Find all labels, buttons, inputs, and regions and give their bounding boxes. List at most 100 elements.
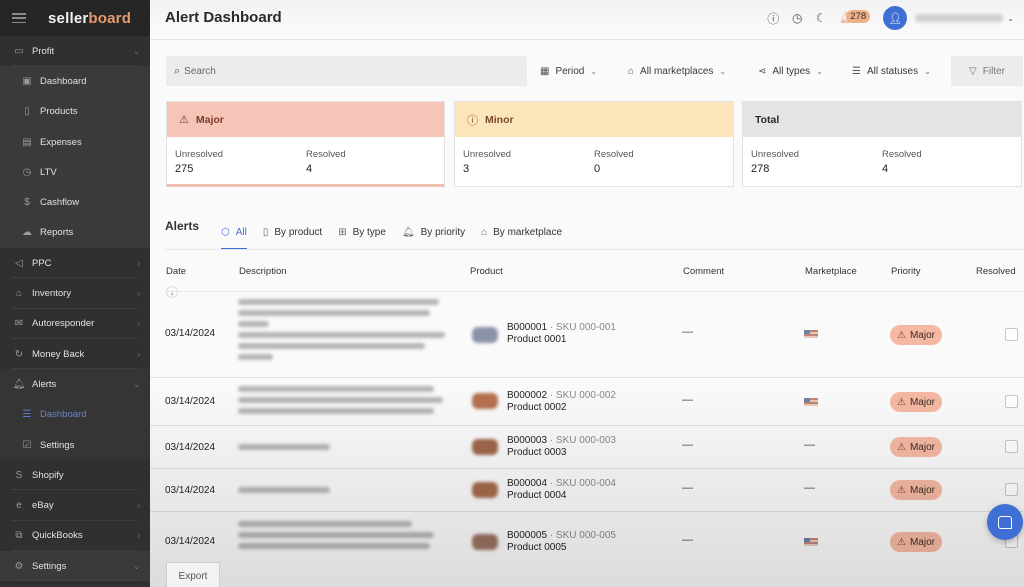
types-dropdown[interactable]: ⋖ All types ⌄ — [758, 56, 823, 86]
tab-by-marketplace[interactable]: ⌂ By marketplace — [481, 214, 562, 250]
marketplaces-dropdown[interactable]: ⌂ All marketplaces ⌄ — [628, 56, 726, 86]
shopify-icon: S — [15, 469, 23, 481]
sidebar-item-ltv[interactable]: ◷ LTV — [0, 157, 150, 187]
chat-icon — [998, 515, 1012, 529]
sidebar-item-dashboard[interactable]: ▣ Dashboard — [0, 66, 150, 96]
table-row[interactable]: 03/14/2024 B000004 · SKU 000-004 Product … — [150, 469, 1024, 512]
statuses-dropdown[interactable]: ☰ All statuses ⌄ — [852, 56, 931, 86]
minor-unresolved: Unresolved 3 — [463, 149, 512, 175]
clock-icon[interactable]: ◷ — [785, 6, 809, 30]
tab-by-type[interactable]: ⊞ By type — [338, 214, 386, 250]
priority-badge: ⚠ Major — [890, 480, 942, 500]
tab-by-priority[interactable]: 🔔︎ By priority — [402, 214, 465, 250]
row-product[interactable]: B000001 · SKU 000-001 Product 0001 — [507, 322, 616, 346]
product-thumbnail — [472, 327, 498, 343]
resolved-checkbox[interactable] — [1005, 440, 1018, 453]
chat-support-button[interactable] — [987, 504, 1023, 540]
chevron-right-icon: › — [137, 319, 140, 329]
chevron-right-icon: › — [137, 289, 140, 299]
row-date: 03/14/2024 — [165, 536, 216, 547]
ebay-icon: e — [16, 500, 22, 512]
tab-by-product[interactable]: ▯ By product — [263, 214, 322, 250]
sidebar-item-money-back[interactable]: ↻ Money Back › — [0, 338, 150, 370]
filter-lines-icon: ☰ — [22, 409, 32, 421]
filter-button[interactable]: ▽ Filter — [951, 56, 1023, 86]
chevron-down-icon: ⌄ — [816, 66, 823, 76]
sidebar-item-inventory[interactable]: ⌂ Inventory › — [0, 278, 150, 309]
home-icon: ⌂ — [628, 65, 635, 77]
sidebar-item-expenses[interactable]: ▤ Expenses — [0, 127, 150, 157]
export-button[interactable]: Export — [166, 562, 220, 587]
sidebar-item-products[interactable]: ▯ Products — [0, 97, 150, 127]
logo[interactable]: sellerboard — [48, 10, 131, 27]
warning-icon: ⚠ — [897, 484, 906, 496]
product-thumbnail — [472, 439, 498, 455]
column-priority: Priority — [891, 266, 921, 277]
table-row[interactable]: 03/14/2024 B000003 · SKU 000-003 Product … — [150, 426, 1024, 469]
row-product[interactable]: B000003 · SKU 000-003 Product 0003 — [507, 435, 616, 459]
major-resolved: Resolved 4 — [306, 149, 346, 175]
alert-circle-icon: ⓘ — [467, 114, 478, 127]
chevron-right-icon: › — [137, 531, 140, 541]
resolved-checkbox[interactable] — [1005, 328, 1018, 341]
card-icon: ▤ — [22, 136, 32, 148]
sidebar-item-ebay[interactable]: e eBay › — [0, 490, 150, 522]
row-date: 03/14/2024 — [165, 396, 216, 407]
user-email-blurred[interactable] — [915, 14, 1004, 22]
alerts-section-title: Alerts — [165, 219, 200, 233]
us-flag-icon — [804, 538, 818, 546]
sidebar-item-reports[interactable]: ☁ Reports — [0, 218, 150, 248]
top-header: Alert Dashboard ⓘ ◷ ☾ 🔔︎ 278 👤︎ ⌄ — [150, 0, 1024, 40]
row-product[interactable]: B000004 · SKU 000-004 Product 0004 — [507, 478, 616, 502]
tab-all[interactable]: ⬡ All — [221, 214, 247, 250]
warning-icon: ⚠ — [179, 114, 189, 126]
major-summary-card[interactable]: ⚠ Major Unresolved 275 Resolved 4 — [166, 101, 445, 187]
column-product: Product — [470, 266, 503, 277]
chevron-down-icon[interactable]: ⌄ — [1007, 14, 1014, 23]
resolved-checkbox[interactable] — [1005, 395, 1018, 408]
row-date: 03/14/2024 — [165, 442, 216, 453]
tabs-divider — [165, 249, 1024, 250]
sidebar-header: sellerboard — [0, 0, 150, 36]
share-icon: ⋖ — [758, 65, 767, 77]
layout-icon: ▣ — [22, 75, 32, 87]
notifications-button[interactable]: 🔔︎ 278 — [839, 6, 875, 30]
home-icon: ⌂ — [481, 226, 488, 238]
warning-icon: ⚠ — [897, 536, 906, 548]
search-input[interactable]: ⌕ Search — [166, 56, 527, 86]
chevron-down-icon: ⌄ — [590, 66, 598, 76]
sidebar-item-alerts[interactable]: 🔔︎ Alerts ⌄ — [0, 369, 150, 400]
refresh-icon: ↻ — [14, 348, 24, 360]
column-date[interactable]: Date — [166, 266, 186, 277]
sidebar-item-profit[interactable]: ▭ Profit ⌄ — [0, 36, 150, 67]
notification-badge: 278 — [846, 10, 871, 23]
table-row[interactable]: 03/14/2024 B000005 · SKU 000-005 Product … — [150, 512, 1024, 562]
row-comment: — — [682, 482, 693, 494]
sidebar-item-alerts-dashboard[interactable]: ☰ Dashboard — [0, 400, 150, 430]
resolved-checkbox[interactable] — [1005, 483, 1018, 496]
sidebar-item-cashflow[interactable]: $ Cashflow — [0, 187, 150, 217]
row-product[interactable]: B000002 · SKU 000-002 Product 0002 — [507, 390, 616, 414]
row-product[interactable]: B000005 · SKU 000-005 Product 0005 — [507, 530, 616, 554]
table-row[interactable]: 03/14/2024 B000002 · SKU 000-002 Product … — [150, 378, 1024, 426]
table-row[interactable]: 03/14/2024 B000001 · SKU 000-001 Product … — [150, 292, 1024, 378]
total-summary-card[interactable]: Total Unresolved 278 Resolved 4 — [742, 101, 1022, 187]
clock-icon: ◷ — [22, 166, 32, 178]
sidebar-item-ppc[interactable]: ◁ PPC › — [0, 248, 150, 279]
menu-toggle-icon[interactable] — [12, 13, 26, 23]
sidebar-item-shopify[interactable]: S Shopify — [0, 460, 150, 491]
moon-icon[interactable]: ☾ — [809, 6, 833, 30]
sidebar-item-settings[interactable]: ⚙ Settings ⌄ — [0, 551, 150, 582]
period-dropdown[interactable]: ▦ Period ⌄ — [540, 56, 597, 86]
copy-icon: ⧉ — [15, 530, 23, 542]
total-unresolved: Unresolved 278 — [751, 149, 800, 175]
avatar[interactable]: 👤︎ — [883, 6, 908, 30]
row-comment: — — [682, 534, 693, 546]
sidebar-item-autoresponder[interactable]: ✉ Autoresponder › — [0, 308, 150, 340]
info-icon[interactable]: ⓘ — [761, 6, 785, 30]
row-description-blurred — [238, 516, 456, 554]
minor-summary-card[interactable]: ⓘ Minor Unresolved 3 Resolved 0 — [454, 101, 734, 187]
sidebar-item-alerts-settings[interactable]: ☑ Settings — [0, 430, 150, 460]
sidebar-item-quickbooks[interactable]: ⧉ QuickBooks › — [0, 520, 150, 552]
column-resolved: Resolved — [976, 266, 1016, 277]
